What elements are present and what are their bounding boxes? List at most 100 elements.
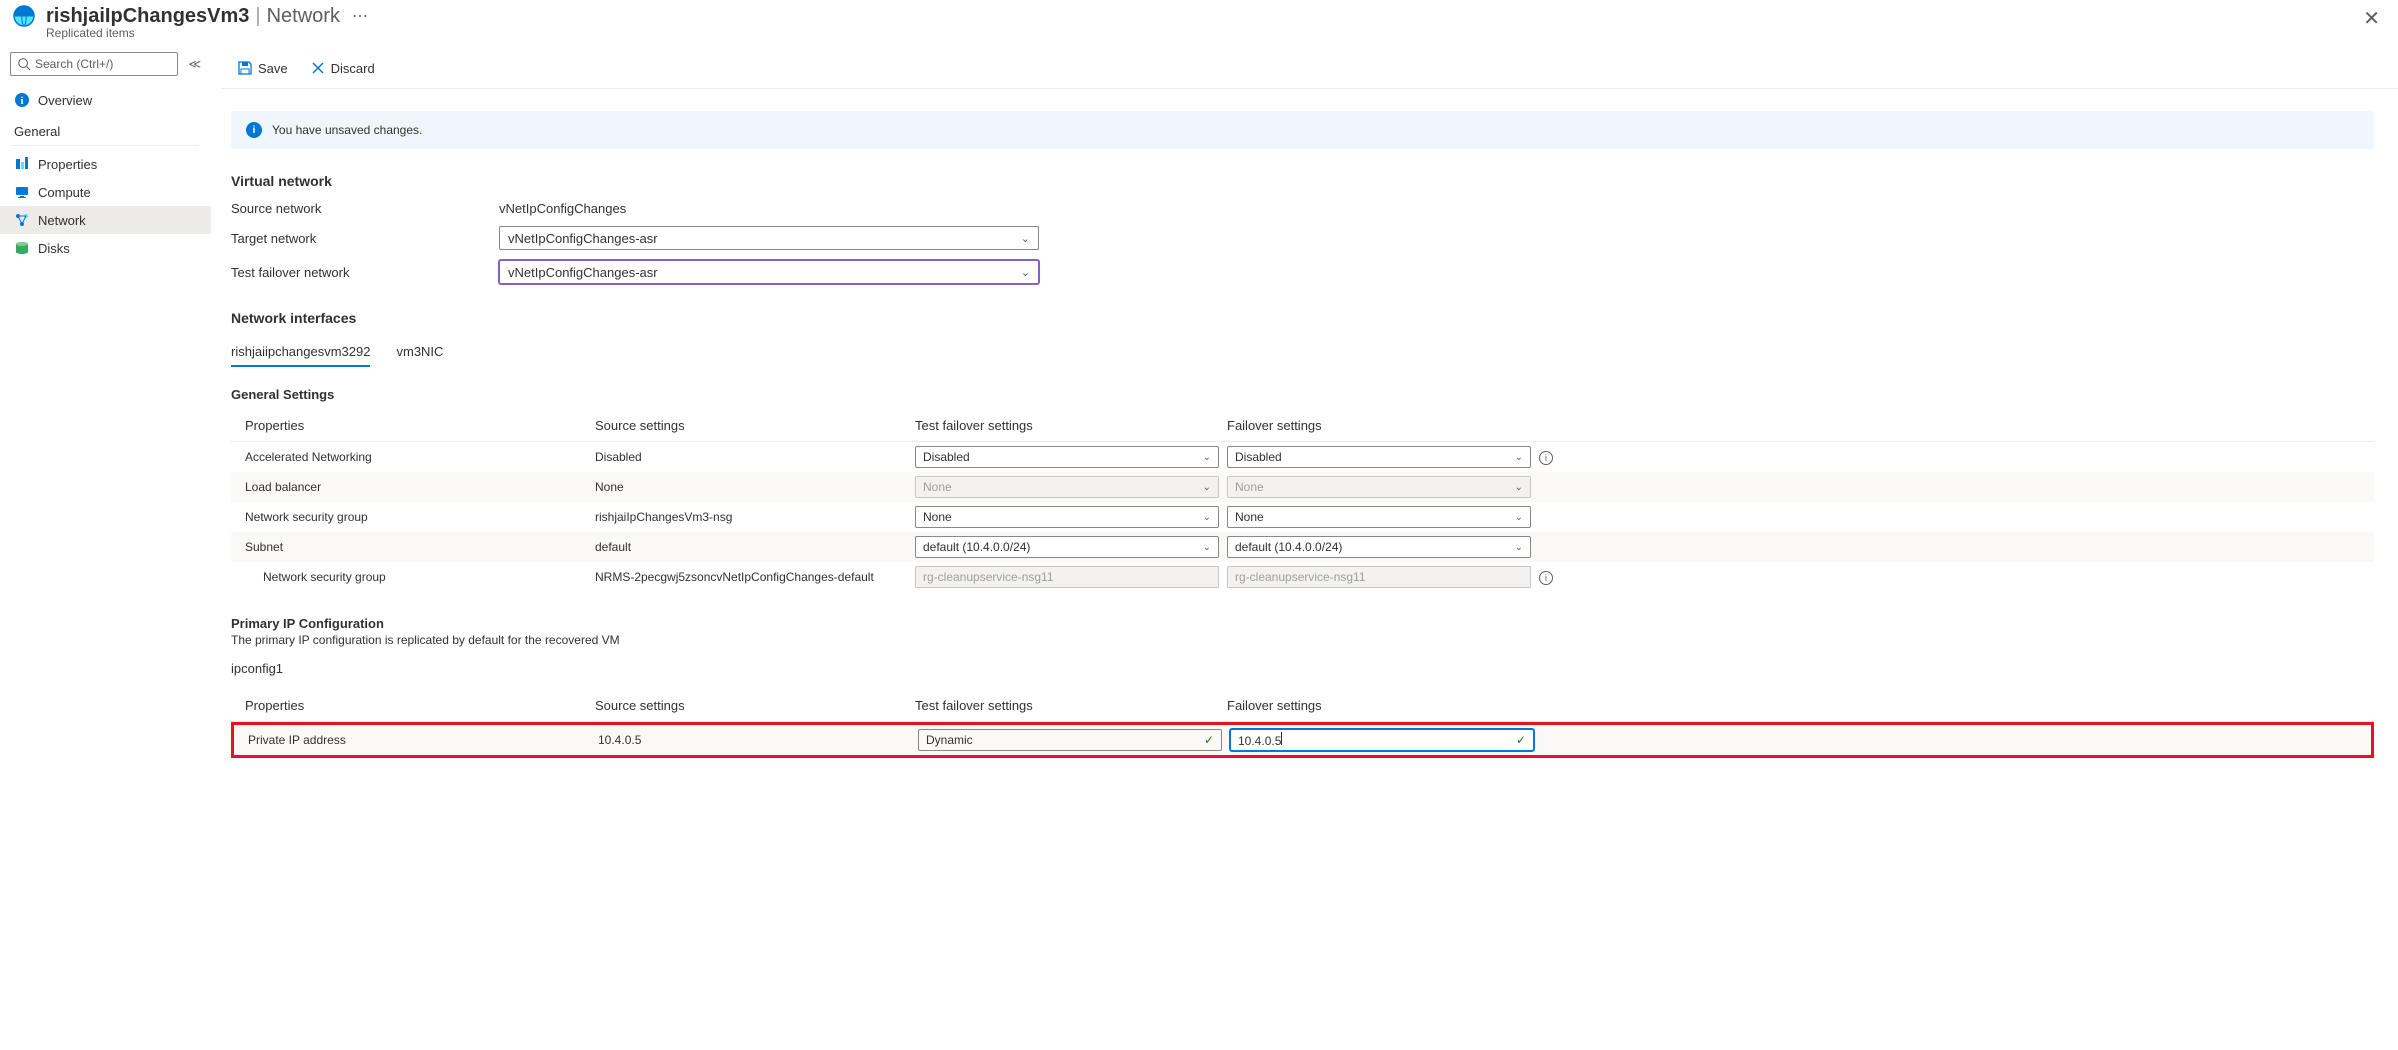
ipconfig-desc: The primary IP configuration is replicat… — [231, 633, 2374, 647]
prop-label: Network security group — [245, 570, 595, 584]
nsg-fo-select[interactable]: None⌄ — [1227, 506, 1531, 528]
discard-icon — [310, 60, 326, 76]
private-ip-tfo-select[interactable]: Dynamic ✓ — [918, 729, 1222, 751]
row-nsg: Network security group rishjaiIpChangesV… — [231, 502, 2374, 532]
sidebar: Search (Ctrl+/) ≪ i Overview General Pro… — [0, 48, 211, 1050]
disks-icon — [14, 240, 30, 256]
col-tfo: Test failover settings — [915, 418, 1227, 433]
tfo-network-value: vNetIpConfigChanges-asr — [508, 265, 658, 280]
private-ip-fo-input[interactable]: 10.4.0.5 ✓ — [1230, 729, 1534, 751]
sidebar-item-overview[interactable]: i Overview — [0, 86, 211, 114]
compute-icon — [14, 184, 30, 200]
source-network-label: Source network — [231, 201, 499, 216]
prop-label: Private IP address — [248, 733, 598, 747]
sidebar-item-compute[interactable]: Compute — [0, 178, 211, 206]
info-banner: i You have unsaved changes. — [231, 111, 2374, 149]
prop-source: Disabled — [595, 450, 915, 464]
sidebar-item-label: Overview — [38, 93, 92, 108]
ipconfig-name: ipconfig1 — [231, 661, 2374, 676]
check-icon: ✓ — [1204, 733, 1214, 747]
info-icon: i — [14, 92, 30, 108]
general-table-header: Properties Source settings Test failover… — [231, 410, 2374, 442]
subnet-tfo-select[interactable]: default (10.4.0.0/24)⌄ — [915, 536, 1219, 558]
tfo-network-label: Test failover network — [231, 265, 499, 280]
general-settings-heading: General Settings — [231, 387, 2374, 402]
search-input[interactable]: Search (Ctrl+/) — [10, 52, 178, 76]
nic-tabs: rishjaiipchangesvm3292 vm3NIC — [231, 338, 2374, 367]
close-icon[interactable]: ✕ — [2363, 6, 2380, 31]
col-properties: Properties — [245, 418, 595, 433]
col-source: Source settings — [595, 698, 915, 713]
chevron-down-icon: ⌄ — [1203, 542, 1211, 553]
prop-source: default — [595, 540, 915, 554]
prop-source: 10.4.0.5 — [598, 733, 918, 747]
target-network-select[interactable]: vNetIpConfigChanges-asr ⌄ — [499, 226, 1039, 250]
chevron-down-icon: ⌄ — [1515, 542, 1523, 553]
col-tfo: Test failover settings — [915, 698, 1227, 713]
col-fo: Failover settings — [1227, 698, 1539, 713]
toolbar: Save Discard — [221, 48, 2398, 89]
accel-fo-select[interactable]: Disabled⌄ — [1227, 446, 1531, 468]
snnsg-tfo-input: rg-cleanupservice-nsg11 — [915, 566, 1219, 588]
info-icon[interactable]: i — [1539, 451, 1553, 465]
nsg-tfo-select[interactable]: None⌄ — [915, 506, 1219, 528]
sidebar-item-properties[interactable]: Properties — [0, 150, 211, 178]
row-private-ip: Private IP address 10.4.0.5 Dynamic ✓ 10… — [234, 725, 2371, 755]
snnsg-fo-input: rg-cleanupservice-nsg11 — [1227, 566, 1531, 588]
vnet-heading: Virtual network — [231, 173, 2374, 189]
ipconfig-heading: Primary IP Configuration — [231, 616, 2374, 631]
prop-source: rishjaiIpChangesVm3-nsg — [595, 510, 915, 524]
chevron-down-icon: ⌄ — [1021, 266, 1030, 279]
text-caret — [1281, 732, 1282, 745]
prop-source: NRMS-2pecgwj5zsoncvNetIpConfigChanges-de… — [595, 570, 915, 584]
prop-label: Network security group — [245, 510, 595, 524]
svg-text:i: i — [21, 96, 24, 107]
sidebar-item-label: Network — [38, 213, 86, 228]
tfo-network-select[interactable]: vNetIpConfigChanges-asr ⌄ — [499, 260, 1039, 284]
info-icon[interactable]: i — [1539, 571, 1553, 585]
row-subnet-nsg: Network security group NRMS-2pecgwj5zson… — [231, 562, 2374, 592]
nic-tab-1[interactable]: vm3NIC — [396, 338, 443, 367]
chevron-down-icon: ⌄ — [1203, 452, 1211, 463]
row-accelerated-networking: Accelerated Networking Disabled Disabled… — [231, 442, 2374, 472]
page-title: rishjaiIpChangesVm3 — [46, 5, 249, 28]
prop-label: Load balancer — [245, 480, 595, 494]
prop-label: Accelerated Networking — [245, 450, 595, 464]
network-icon — [14, 212, 30, 228]
more-icon[interactable]: ⋯ — [352, 6, 368, 26]
collapse-sidebar-icon[interactable]: ≪ — [188, 57, 201, 71]
sidebar-item-network[interactable]: Network — [0, 206, 211, 234]
resource-icon — [12, 4, 36, 28]
info-icon: i — [246, 122, 262, 138]
check-icon: ✓ — [1516, 733, 1526, 747]
sidebar-item-disks[interactable]: Disks — [0, 234, 211, 262]
chevron-down-icon: ⌄ — [1515, 512, 1523, 523]
lb-fo-select: None⌄ — [1227, 476, 1531, 498]
page-subtitle: Replicated items — [0, 26, 2398, 40]
sidebar-divider — [12, 145, 199, 146]
subnet-fo-select[interactable]: default (10.4.0.0/24)⌄ — [1227, 536, 1531, 558]
row-load-balancer: Load balancer None None⌄ None⌄ — [231, 472, 2374, 502]
chevron-down-icon: ⌄ — [1515, 482, 1523, 493]
page-section: Network — [267, 5, 340, 28]
chevron-down-icon: ⌄ — [1203, 512, 1211, 523]
prop-source: None — [595, 480, 915, 494]
target-network-value: vNetIpConfigChanges-asr — [508, 231, 658, 246]
search-placeholder: Search (Ctrl+/) — [35, 57, 113, 71]
page-header: rishjaiIpChangesVm3 | Network ⋯ ✕ — [0, 0, 2398, 28]
ipconfig-table-header: Properties Source settings Test failover… — [231, 690, 2374, 722]
source-network-value: vNetIpConfigChanges — [499, 201, 626, 216]
sidebar-group-general: General — [0, 114, 211, 143]
accel-tfo-select[interactable]: Disabled⌄ — [915, 446, 1219, 468]
nic-tab-0[interactable]: rishjaiipchangesvm3292 — [231, 338, 370, 367]
chevron-down-icon: ⌄ — [1203, 482, 1211, 493]
save-label: Save — [258, 61, 288, 76]
info-text: You have unsaved changes. — [272, 123, 422, 137]
discard-button[interactable]: Discard — [304, 56, 381, 80]
sidebar-item-label: Properties — [38, 157, 97, 172]
search-icon — [17, 57, 31, 71]
save-button[interactable]: Save — [231, 56, 294, 80]
sidebar-item-label: Compute — [38, 185, 91, 200]
title-separator: | — [255, 5, 260, 28]
chevron-down-icon: ⌄ — [1515, 452, 1523, 463]
